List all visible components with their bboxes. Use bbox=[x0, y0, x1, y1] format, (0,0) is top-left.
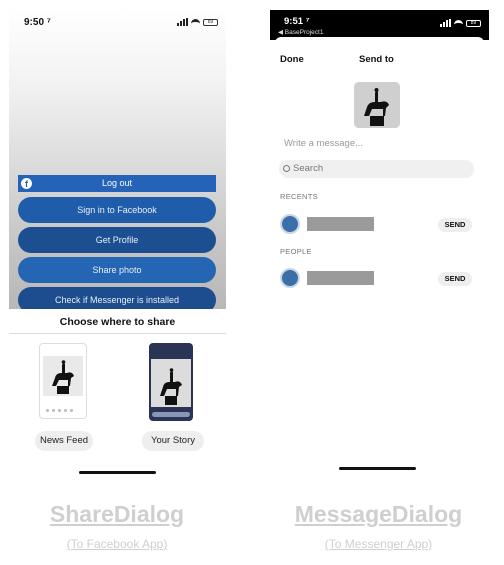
redacted-contact-name bbox=[307, 217, 374, 231]
search-placeholder: Search bbox=[293, 163, 324, 174]
your-story-preview[interactable] bbox=[149, 343, 193, 421]
share-sheet-title: Choose where to share bbox=[59, 316, 176, 328]
search-field[interactable]: Search bbox=[279, 160, 474, 178]
message-input[interactable]: Write a message... bbox=[284, 138, 363, 149]
attached-photo bbox=[354, 82, 400, 128]
story-reply-bar bbox=[152, 412, 190, 417]
home-indicator[interactable] bbox=[79, 471, 156, 474]
home-indicator[interactable] bbox=[339, 467, 416, 470]
wifi-icon bbox=[191, 18, 200, 26]
people-header: PEOPLE bbox=[280, 247, 312, 256]
comparison-figure: 9:50 ⁷ 89 f Log out Sign in to Facebook … bbox=[0, 0, 504, 565]
done-button[interactable]: Done bbox=[280, 54, 304, 65]
send-to-title: Send to bbox=[359, 54, 394, 65]
logout-label: Log out bbox=[101, 178, 133, 188]
message-dialog-caption: MessageDialog bbox=[294, 501, 463, 527]
send-button[interactable]: SEND bbox=[438, 272, 472, 286]
message-dialog-screen: 9:51 ⁷ ◀ BaseProject1 89 Done Send to Wr… bbox=[270, 10, 489, 480]
avatar bbox=[280, 268, 300, 288]
page-indicator bbox=[46, 409, 73, 412]
battery-icon: 89 bbox=[203, 18, 218, 26]
facebook-logo-icon: f bbox=[21, 178, 32, 189]
news-feed-option[interactable]: News Feed bbox=[35, 431, 93, 451]
status-bar: 9:51 ⁷ ◀ BaseProject1 89 bbox=[270, 10, 489, 40]
cellular-signal-icon bbox=[440, 19, 451, 27]
status-bar: 9:50 ⁷ 89 bbox=[9, 9, 226, 31]
share-photo-button[interactable]: Share photo bbox=[18, 257, 216, 283]
share-dialog-subcaption: (To Facebook App) bbox=[66, 537, 168, 551]
redacted-contact-name bbox=[307, 271, 374, 285]
logout-button[interactable]: f Log out bbox=[18, 175, 216, 192]
get-profile-button[interactable]: Get Profile bbox=[18, 227, 216, 253]
recents-header: RECENTS bbox=[280, 192, 318, 201]
sign-in-button[interactable]: Sign in to Facebook bbox=[18, 197, 216, 223]
status-time: 9:51 ⁷ bbox=[284, 16, 310, 27]
send-button[interactable]: SEND bbox=[438, 218, 472, 232]
wifi-icon bbox=[454, 19, 463, 27]
avatar bbox=[280, 214, 300, 234]
statue-photo-thumbnail bbox=[43, 356, 83, 396]
battery-icon: 89 bbox=[466, 19, 481, 27]
statue-photo-thumbnail bbox=[151, 359, 191, 407]
cellular-signal-icon bbox=[177, 18, 188, 26]
divider bbox=[9, 333, 226, 334]
your-story-option[interactable]: Your Story bbox=[142, 431, 204, 451]
status-time: 9:50 ⁷ bbox=[24, 17, 51, 28]
share-dialog-caption: ShareDialog bbox=[49, 501, 185, 527]
news-feed-preview[interactable] bbox=[39, 343, 87, 419]
share-sheet: Choose where to share News Feed Your Sto… bbox=[9, 309, 226, 479]
message-dialog-subcaption: (To Messenger App) bbox=[324, 537, 433, 551]
share-dialog-screen: 9:50 ⁷ 89 f Log out Sign in to Facebook … bbox=[9, 9, 226, 479]
back-to-app-link[interactable]: ◀ BaseProject1 bbox=[278, 28, 323, 36]
search-icon bbox=[283, 165, 290, 172]
